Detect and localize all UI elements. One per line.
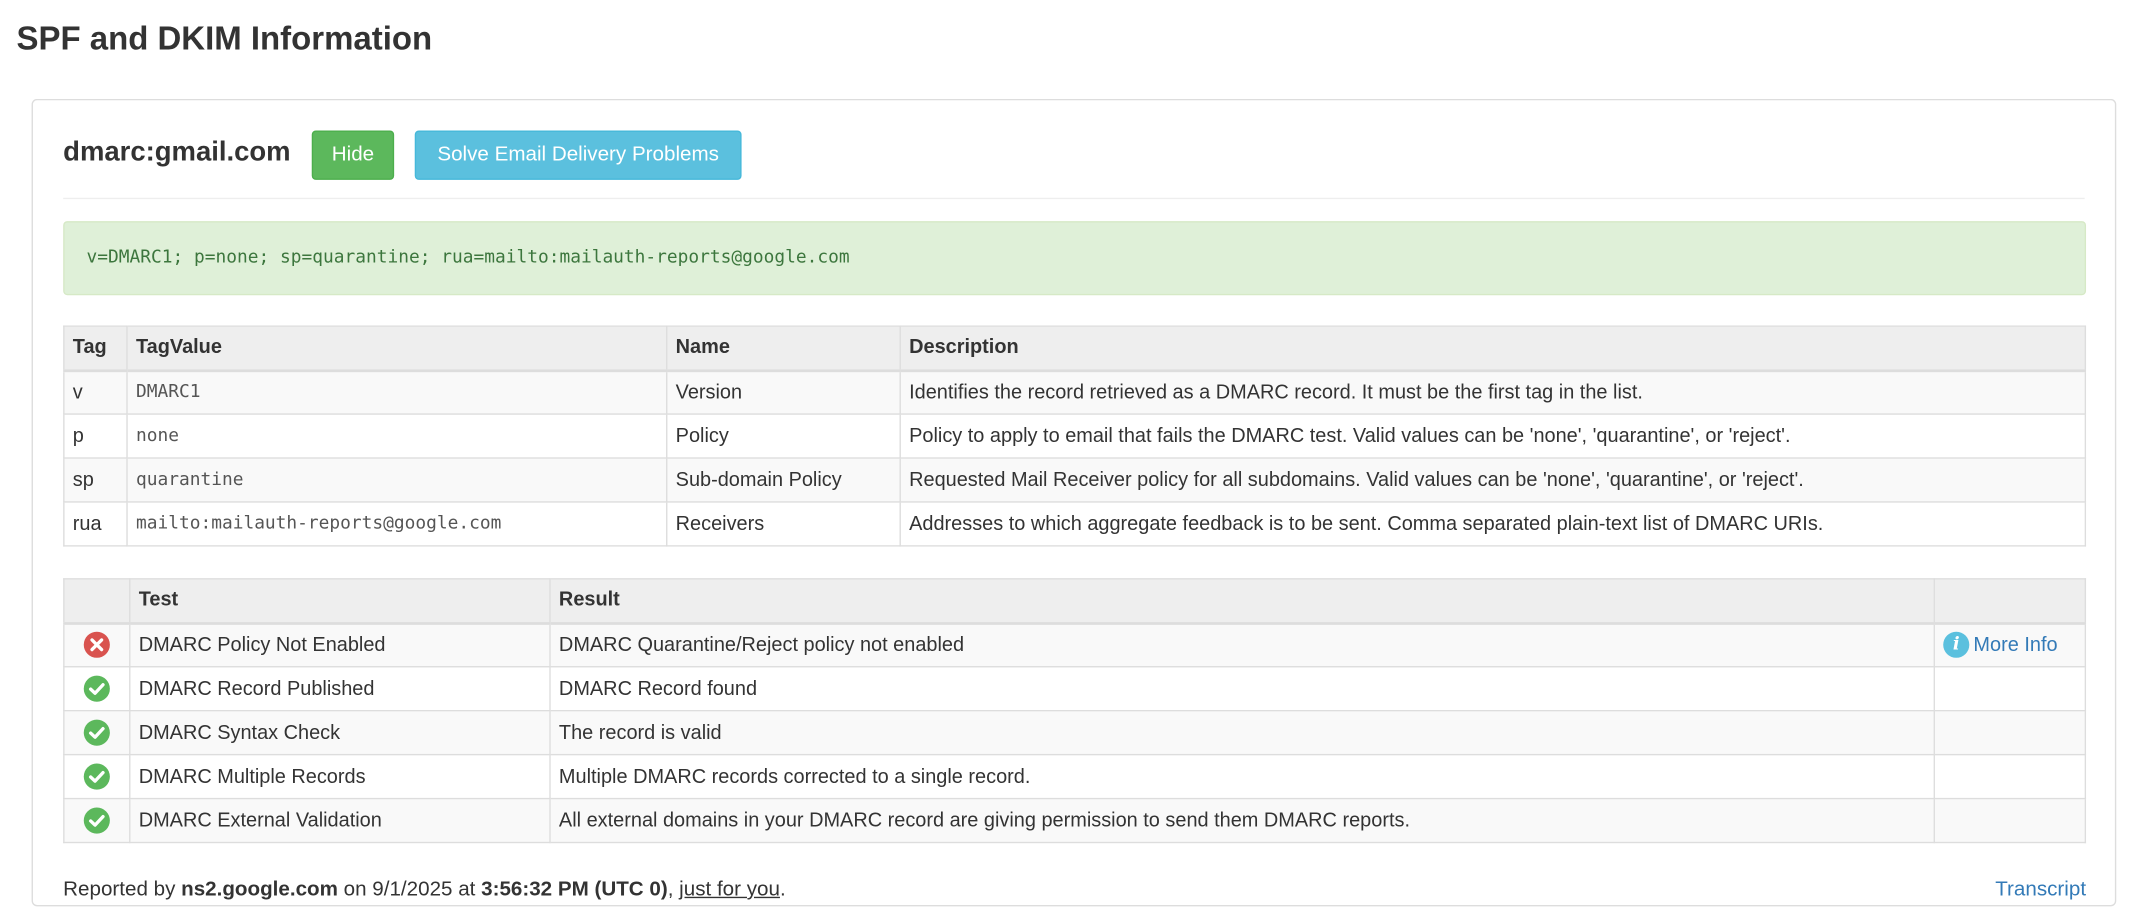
header-tagvalue: TagValue: [126, 325, 668, 372]
header-more-info: [1933, 578, 2087, 625]
page-title: SPF and DKIM Information: [16, 20, 433, 58]
solve-email-delivery-button[interactable]: Solve Email Delivery Problems: [414, 130, 742, 180]
description-cell: Requested Mail Receiver policy for all s…: [899, 457, 2087, 503]
description-cell: Addresses to which aggregate feedback is…: [899, 501, 2087, 547]
more-info-label: More Info: [1973, 633, 2058, 656]
period-text: .: [779, 877, 786, 901]
test-row: DMARC Syntax Check The record is valid: [63, 709, 2087, 756]
test-table: Test Result DMARC Policy Not Enabled DMA…: [63, 578, 2087, 844]
more-info-cell: [1933, 666, 2087, 712]
test-result: All external domains in your DMARC recor…: [549, 797, 1935, 844]
tag-cell: v: [63, 369, 128, 415]
more-info-cell: [1933, 753, 2087, 800]
tagvalue-cell: quarantine: [126, 457, 668, 503]
tag-row: rua mailto:mailauth-reports@google.com R…: [63, 501, 2087, 547]
test-result: DMARC Quarantine/Reject policy not enabl…: [549, 622, 1935, 668]
test-name: DMARC Multiple Records: [129, 753, 551, 800]
domain-title: dmarc:gmail.com: [63, 137, 291, 168]
test-result: DMARC Record found: [549, 666, 1935, 712]
reporting-server: ns2.google.com: [181, 877, 338, 901]
test-row: DMARC Record Published DMARC Record foun…: [63, 666, 2087, 712]
header-test: Test: [129, 578, 551, 625]
description-cell: Policy to apply to email that fails the …: [899, 413, 2087, 459]
header-status: [63, 578, 131, 625]
just-for-you-link[interactable]: just for you: [679, 878, 780, 901]
tagvalue-cell: DMARC1: [126, 369, 668, 415]
check-circle-icon: [83, 763, 110, 790]
more-info-cell: [1933, 709, 2087, 756]
test-table-header: Test Result: [63, 578, 2087, 625]
check-circle-icon: [83, 675, 110, 702]
header-tag: Tag: [63, 325, 128, 372]
info-icon: i: [1943, 632, 1970, 659]
reported-by-text: Reported by: [63, 877, 182, 901]
test-name: DMARC Record Published: [129, 666, 551, 712]
test-row: DMARC External Validation All external d…: [63, 797, 2087, 844]
test-row: DMARC Multiple Records Multiple DMARC re…: [63, 753, 2087, 800]
test-name: DMARC External Validation: [129, 797, 551, 844]
name-cell: Receivers: [666, 501, 901, 547]
dmarc-panel: dmarc:gmail.com Hide Solve Email Deliver…: [31, 98, 2117, 907]
check-circle-icon: [83, 719, 110, 746]
tagvalue-cell: none: [126, 413, 668, 459]
header-result: Result: [549, 578, 1935, 625]
header-name: Name: [666, 325, 901, 372]
more-info-link[interactable]: i More Info: [1943, 632, 2058, 659]
comma-text: ,: [667, 877, 680, 901]
tag-table: Tag TagValue Name Description v DMARC1 V…: [63, 325, 2087, 547]
more-info-cell: [1933, 797, 2087, 844]
transcript-link[interactable]: Transcript: [1995, 878, 2086, 901]
check-circle-icon: [83, 807, 110, 834]
tag-cell: sp: [63, 457, 128, 503]
report-date-text: on 9/1/2025 at: [337, 877, 482, 901]
tag-row: v DMARC1 Version Identifies the record r…: [63, 369, 2087, 415]
tag-cell: p: [63, 413, 128, 459]
description-cell: Identifies the record retrieved as a DMA…: [899, 369, 2087, 415]
test-name: DMARC Syntax Check: [129, 709, 551, 756]
name-cell: Version: [666, 369, 901, 415]
report-time: 3:56:32 PM (UTC 0): [481, 877, 668, 901]
tag-row: p none Policy Policy to apply to email t…: [63, 413, 2087, 459]
hide-button[interactable]: Hide: [311, 130, 395, 180]
test-row: DMARC Policy Not Enabled DMARC Quarantin…: [63, 622, 2087, 668]
x-circle-icon: [83, 632, 110, 659]
test-result: Multiple DMARC records corrected to a si…: [549, 753, 1935, 800]
test-name: DMARC Policy Not Enabled: [129, 622, 551, 668]
header-description: Description: [899, 325, 2087, 372]
report-footer: Reported by ns2.google.com on 9/1/2025 a…: [63, 878, 2086, 901]
tag-table-header: Tag TagValue Name Description: [63, 325, 2087, 372]
test-result: The record is valid: [549, 709, 1935, 756]
dmarc-record-text: v=DMARC1; p=none; sp=quarantine; rua=mai…: [63, 221, 2087, 296]
tag-cell: rua: [63, 501, 128, 547]
tag-row: sp quarantine Sub-domain Policy Requeste…: [63, 457, 2087, 503]
panel-header: dmarc:gmail.com Hide Solve Email Deliver…: [63, 130, 2085, 200]
name-cell: Sub-domain Policy: [666, 457, 901, 503]
name-cell: Policy: [666, 413, 901, 459]
tagvalue-cell: mailto:mailauth-reports@google.com: [126, 501, 668, 547]
